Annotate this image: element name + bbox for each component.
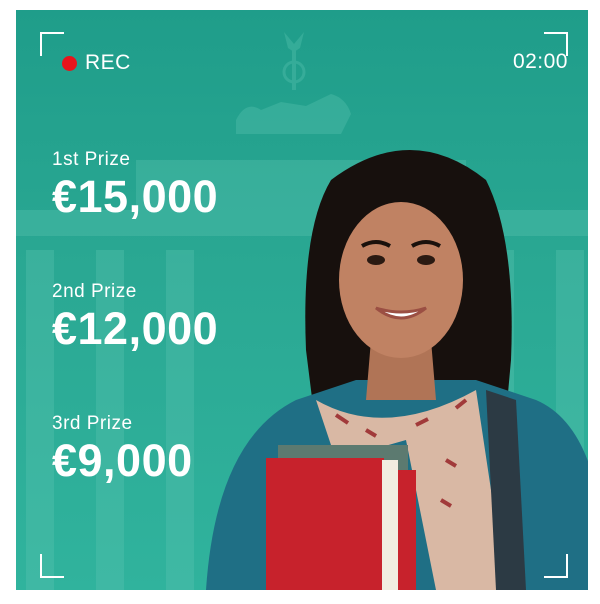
- viewfinder-corner-bottom-right: [544, 554, 568, 578]
- prize-amount: €9,000: [52, 435, 193, 486]
- prize-third: 3rd Prize €9,000: [52, 413, 193, 483]
- viewfinder-corner-bottom-left: [40, 554, 64, 578]
- record-dot-icon: [62, 55, 77, 71]
- promo-card: REC 02:00 1st Prize €15,000 2nd Prize €1…: [16, 10, 588, 590]
- prize-label: 1st Prize: [52, 149, 131, 170]
- viewfinder-corner-top-left: [40, 32, 64, 56]
- rec-label: REC: [85, 51, 131, 74]
- rec-indicator: REC: [62, 51, 131, 75]
- prize-label: 3rd Prize: [52, 413, 133, 434]
- student-with-books-photo: [206, 150, 588, 590]
- prize-second: 2nd Prize €12,000: [52, 281, 218, 351]
- prize-amount: €12,000: [52, 303, 219, 354]
- prize-label: 2nd Prize: [52, 281, 137, 302]
- prize-first: 1st Prize €15,000: [52, 149, 218, 219]
- recording-timer: 02:00: [512, 50, 568, 73]
- prize-amount: €15,000: [52, 171, 219, 222]
